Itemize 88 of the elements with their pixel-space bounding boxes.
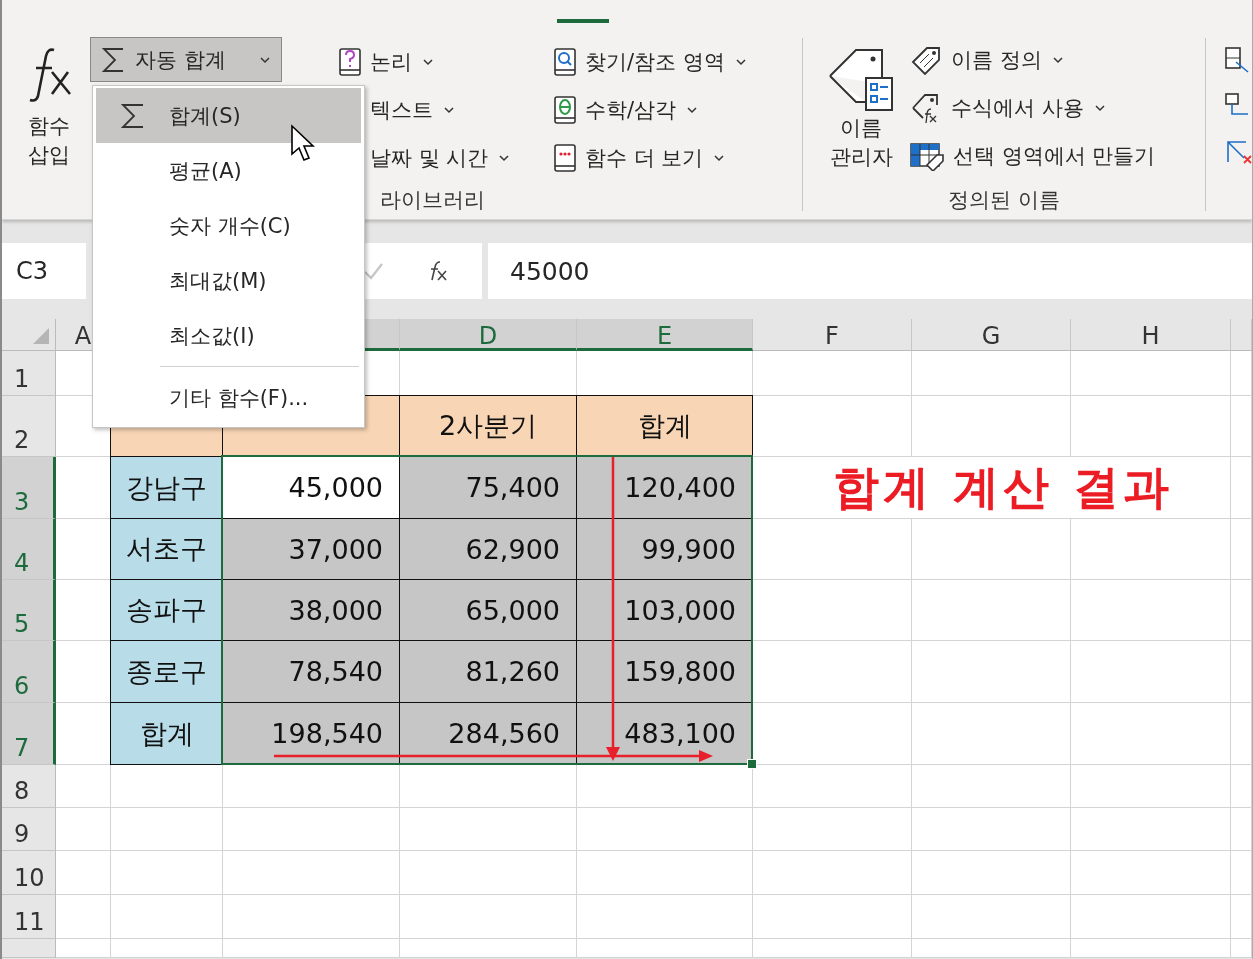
row-header[interactable]: 2 <box>2 396 56 457</box>
group-label: 라이브러리 <box>379 187 486 214</box>
row-header[interactable]: 9 <box>2 808 56 851</box>
row-header[interactable]: 7 <box>2 703 56 765</box>
name-command-button[interactable]: 선택 영역에서 만들기 <box>907 136 1158 176</box>
table-header-cell: 2사분기 <box>399 395 577 457</box>
function-category-button[interactable]: 논리 <box>336 42 551 82</box>
triangle-icon <box>31 326 51 346</box>
table-cell: 65,000 <box>399 579 577 641</box>
insert-function-button[interactable]: 함수 삽입 <box>14 30 84 185</box>
table-cell: 송파구 <box>110 579 223 641</box>
mouse-cursor-icon <box>290 124 316 164</box>
name-command-button[interactable]: 이름 정의 <box>907 40 1158 80</box>
caret-icon <box>422 58 434 66</box>
autosum-button[interactable]: 자동 합계 <box>90 37 282 82</box>
empty-cell <box>1231 895 1252 939</box>
caret-icon <box>713 154 726 162</box>
table-tag-icon <box>909 141 945 171</box>
caret-icon <box>443 106 455 114</box>
row-header[interactable]: 11 <box>2 895 56 939</box>
table-cell: 103,000 <box>576 579 753 641</box>
column-header[interactable]: D <box>400 319 577 351</box>
annotation-text: 합계 계산 결과 <box>753 457 1231 519</box>
row-header[interactable]: 5 <box>2 580 56 641</box>
table-cell: 62,900 <box>399 518 577 580</box>
menu-item[interactable]: 숫자 개수(C) <box>96 198 361 253</box>
group-label: 정의된 이름 <box>947 187 1061 214</box>
function-category-button[interactable]: 수학/삼각 <box>551 90 749 130</box>
name-box[interactable]: C3 <box>2 243 86 299</box>
empty-cell <box>1231 519 1252 580</box>
tag-icon <box>909 45 943 75</box>
caret-icon <box>734 58 747 66</box>
caret-icon <box>259 55 271 64</box>
empty-cell <box>1231 580 1252 641</box>
row-header[interactable] <box>2 939 56 958</box>
dots-book-icon <box>553 143 577 173</box>
menu-item[interactable]: 합계(S) <box>96 88 361 143</box>
row-header[interactable]: 10 <box>2 851 56 895</box>
caret-icon <box>498 154 511 162</box>
menu-item[interactable]: 최대값(M) <box>96 253 361 308</box>
empty-cell <box>1231 703 1252 765</box>
column-header[interactable]: E <box>577 319 753 351</box>
empty-cell <box>1231 765 1252 808</box>
table-cell: 합계 <box>110 702 223 765</box>
empty-cell <box>1231 396 1252 457</box>
empty-cell <box>1231 641 1252 703</box>
function-category-button[interactable]: 함수 더 보기 <box>551 138 749 178</box>
theta-book-icon <box>553 95 577 125</box>
table-cell: 284,560 <box>399 702 577 765</box>
column-header[interactable]: F <box>753 319 912 351</box>
table-cell: 75,400 <box>399 456 577 519</box>
table-cell: 120,400 <box>576 456 753 519</box>
table-header-cell: 합계 <box>576 395 753 457</box>
table-cell: 159,800 <box>576 640 753 703</box>
menu-item[interactable]: 기타 함수(F)... <box>96 370 361 425</box>
name-command-button[interactable]: 수식에서 사용 <box>907 88 1158 128</box>
magnifier-book-icon <box>553 47 577 77</box>
table-cell: 종로구 <box>110 640 223 703</box>
row-header[interactable]: 4 <box>2 519 56 580</box>
table-cell: 서초구 <box>110 518 223 580</box>
empty-cell <box>1231 939 1252 958</box>
table-cell: 483,100 <box>576 702 753 765</box>
column-header[interactable]: H <box>1071 319 1231 351</box>
caret-icon <box>686 106 699 114</box>
table-cell: 37,000 <box>222 518 400 580</box>
formula-field[interactable]: 45000 <box>488 243 1252 299</box>
fill-handle[interactable] <box>747 759 757 769</box>
function-category-button[interactable]: 찾기/참조 영역 <box>551 42 749 82</box>
name-manager-button[interactable]: 이름 관리자 <box>823 30 899 185</box>
table-cell: 78,540 <box>222 640 400 703</box>
row-header[interactable]: 1 <box>2 351 56 396</box>
empty-cell <box>1231 457 1252 519</box>
sigma-icon <box>119 101 146 130</box>
row-header[interactable]: 8 <box>2 765 56 808</box>
select-all-button[interactable] <box>2 319 56 351</box>
column-header[interactable] <box>1231 319 1252 351</box>
empty-cell <box>1231 851 1252 895</box>
empty-cell <box>1231 808 1252 851</box>
active-tab-indicator <box>557 19 609 23</box>
question-book-icon <box>338 47 362 77</box>
column-header[interactable]: G <box>912 319 1071 351</box>
table-cell: 99,900 <box>576 518 753 580</box>
table-cell: 81,260 <box>399 640 577 703</box>
table-cell: 38,000 <box>222 579 400 641</box>
row-header[interactable]: 3 <box>2 457 56 519</box>
table-cell: 198,540 <box>222 702 400 765</box>
table-cell: 강남구 <box>110 456 223 519</box>
row-header[interactable]: 6 <box>2 641 56 703</box>
